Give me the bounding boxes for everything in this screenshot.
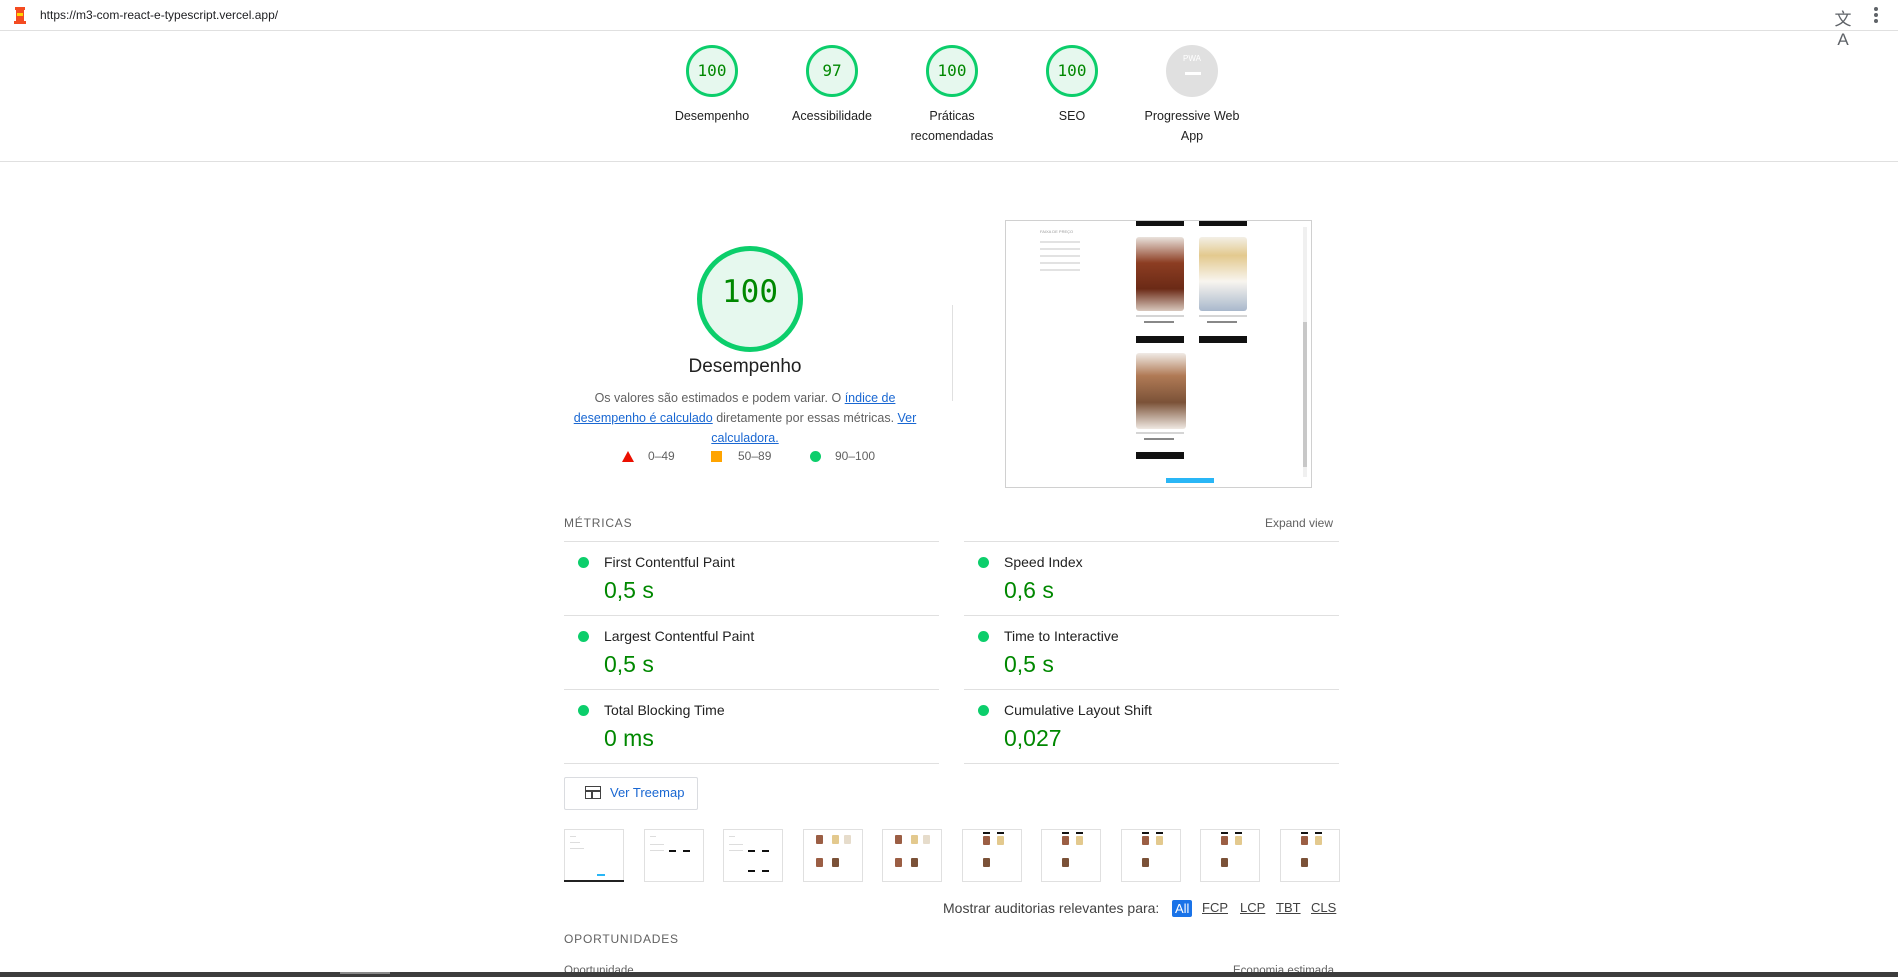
metric-fcp: First Contentful Paint 0,5 s — [564, 541, 939, 616]
lighthouse-icon — [14, 7, 26, 24]
filmstrip-frame[interactable] — [1280, 829, 1340, 882]
metric-value: 0,5 s — [604, 651, 654, 677]
gauge-score: 100 — [686, 45, 738, 97]
metric-value: 0,027 — [1004, 725, 1062, 751]
metric-value: 0,5 s — [604, 577, 654, 603]
filmstrip-frame[interactable] — [1121, 829, 1181, 882]
translate-icon[interactable]: 文A — [1832, 5, 1854, 49]
metric-name: Time to Interactive — [1004, 628, 1119, 644]
filmstrip-frame[interactable] — [882, 829, 942, 882]
audit-filter-label: Mostrar auditorias relevantes para: — [943, 900, 1160, 916]
filmstrip-frame[interactable] — [1200, 829, 1260, 882]
pass-circle-icon — [978, 631, 989, 642]
metric-value: 0,6 s — [1004, 577, 1054, 603]
metrics-heading: MÉTRICAS — [564, 516, 633, 530]
horizontal-scrollbar[interactable] — [0, 972, 1898, 977]
category-gauges: 100 Desempenho 97 Acessibilidade 100 Prá… — [0, 30, 1898, 162]
legend-average: 50–89 — [738, 449, 772, 463]
gauge-score: 97 — [806, 45, 858, 97]
gauge-accessibility[interactable]: 97 Acessibilidade — [772, 45, 892, 126]
gauge-score: 100 — [1046, 45, 1098, 97]
screenshot-filter-title: FAIXA DE PREÇO — [1040, 229, 1074, 234]
gauge-label: Práticas recomendadas — [910, 109, 994, 143]
pass-circle-icon — [578, 631, 589, 642]
pass-circle-icon — [578, 557, 589, 568]
product-image — [1136, 353, 1186, 429]
average-square-icon — [711, 451, 722, 462]
gauge-label: Progressive Web App — [1144, 109, 1240, 143]
gauge-label: Desempenho — [674, 109, 750, 123]
metric-name: Speed Index — [1004, 554, 1083, 570]
page-url: https://m3-com-react-e-typescript.vercel… — [40, 8, 279, 22]
metric-lcp: Largest Contentful Paint 0,5 s — [564, 615, 939, 690]
pass-circle-icon — [578, 705, 589, 716]
pass-circle-icon — [978, 705, 989, 716]
metric-value: 0 ms — [604, 725, 654, 751]
performance-score: 100 — [722, 274, 778, 310]
filmstrip-frame[interactable] — [644, 829, 704, 882]
final-screenshot[interactable]: FAIXA DE PREÇO — [1005, 220, 1312, 488]
metric-tbt: Total Blocking Time 0 ms — [564, 689, 939, 764]
legend-fail: 0–49 — [648, 449, 675, 463]
pass-circle-icon — [810, 451, 821, 462]
gauge-best-practices[interactable]: 100 Práticas recomendadas — [892, 45, 1012, 146]
opportunities-heading: OPORTUNIDADES — [564, 932, 679, 946]
divider — [952, 305, 953, 401]
more-menu-icon[interactable] — [1872, 6, 1880, 24]
view-treemap-button[interactable]: Ver Treemap — [564, 777, 698, 810]
gauge-score: 100 — [926, 45, 978, 97]
gauge-seo[interactable]: 100 SEO — [1012, 45, 1132, 126]
metric-name: Largest Contentful Paint — [604, 628, 755, 644]
filter-tag-all[interactable]: All — [1172, 900, 1193, 917]
filter-tag-lcp[interactable]: LCP — [1240, 900, 1265, 915]
metric-name: Cumulative Layout Shift — [1004, 702, 1152, 718]
metric-value: 0,5 s — [1004, 651, 1054, 677]
product-image — [1199, 237, 1247, 311]
treemap-label: Ver Treemap — [610, 785, 685, 800]
legend-pass: 90–100 — [835, 449, 876, 463]
url-bar: https://m3-com-react-e-typescript.vercel… — [0, 0, 1898, 49]
metric-name: Total Blocking Time — [604, 702, 725, 718]
fail-triangle-icon — [622, 451, 634, 462]
filter-tag-tbt[interactable]: TBT — [1276, 900, 1301, 915]
filter-tag-fcp[interactable]: FCP — [1202, 900, 1228, 915]
metric-speed-index: Speed Index 0,6 s — [964, 541, 1339, 616]
performance-title: Desempenho — [688, 356, 802, 377]
gauge-label: SEO — [1058, 109, 1086, 123]
filmstrip-selected-indicator — [564, 880, 624, 882]
metric-name: First Contentful Paint — [604, 554, 735, 570]
filmstrip-frame[interactable] — [1041, 829, 1101, 882]
filmstrip-frame[interactable] — [803, 829, 863, 882]
filter-tag-cls[interactable]: CLS — [1311, 900, 1336, 915]
filmstrip-frame[interactable] — [962, 829, 1022, 882]
gauge-performance[interactable]: 100 Desempenho — [652, 45, 772, 126]
product-image — [1136, 237, 1184, 311]
pwa-badge-icon: PWA — [1166, 45, 1218, 97]
filmstrip-frame[interactable] — [723, 829, 783, 882]
expand-view-toggle[interactable]: Expand view — [1240, 516, 1333, 530]
performance-description: Os valores são estimados e podem variar.… — [573, 391, 917, 445]
gauge-pwa[interactable]: PWA Progressive Web App — [1132, 45, 1252, 146]
filmstrip-frame[interactable] — [564, 829, 624, 882]
pass-circle-icon — [978, 557, 989, 568]
gauge-label: Acessibilidade — [792, 109, 872, 123]
metric-tti: Time to Interactive 0,5 s — [964, 615, 1339, 690]
treemap-icon — [585, 786, 601, 799]
metric-cls: Cumulative Layout Shift 0,027 — [964, 689, 1339, 764]
